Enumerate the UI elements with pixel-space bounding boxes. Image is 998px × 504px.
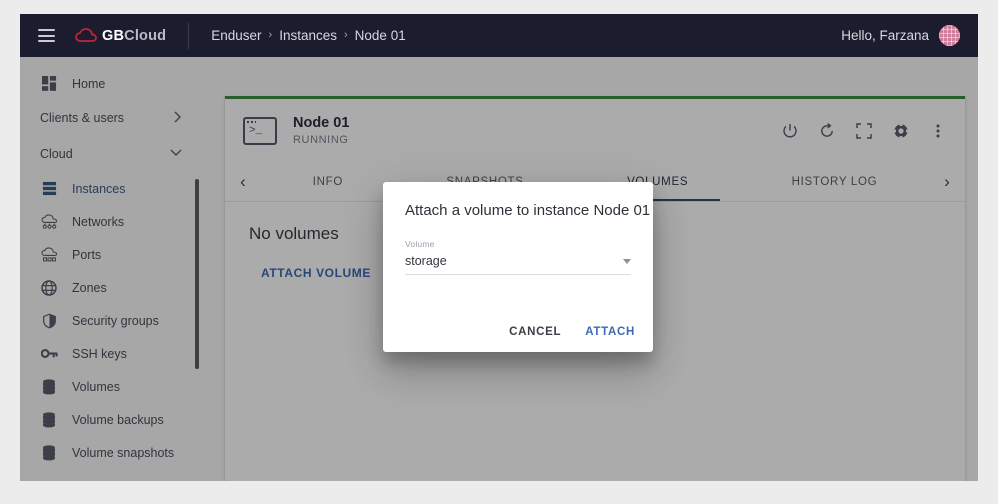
attach-volume-dialog: Attach a volume to instance Node 01 Volu… — [383, 182, 653, 352]
breadcrumb-separator-icon: › — [269, 29, 273, 41]
dialog-title: Attach a volume to instance Node 01 — [405, 202, 631, 219]
brand-name-gb: GB — [102, 28, 124, 44]
hamburger-menu-icon[interactable] — [38, 29, 55, 42]
breadcrumb-item-enduser[interactable]: Enduser — [211, 28, 261, 43]
brand-logo[interactable]: GBCloud — [75, 28, 166, 44]
volume-field-label: Volume — [405, 239, 631, 249]
breadcrumb-separator-icon: › — [344, 29, 348, 41]
chevron-down-icon — [623, 259, 631, 264]
topbar-divider — [188, 23, 189, 49]
cancel-button[interactable]: CANCEL — [509, 326, 561, 338]
user-area[interactable]: Hello, Farzana — [841, 14, 960, 57]
breadcrumb: Enduser › Instances › Node 01 — [211, 28, 405, 43]
application-window: GBCloud Enduser › Instances › Node 01 He… — [20, 14, 978, 481]
attach-button[interactable]: ATTACH — [585, 326, 635, 338]
top-navigation-bar: GBCloud Enduser › Instances › Node 01 He… — [20, 14, 978, 57]
breadcrumb-item-node-01[interactable]: Node 01 — [355, 28, 406, 43]
volume-select[interactable]: storage — [405, 254, 631, 275]
user-greeting: Hello, Farzana — [841, 28, 929, 43]
breadcrumb-item-instances[interactable]: Instances — [279, 28, 337, 43]
avatar[interactable] — [939, 25, 960, 46]
dialog-actions: CANCEL ATTACH — [509, 326, 635, 338]
cloud-logo-icon — [75, 28, 97, 44]
brand-name-cloud: Cloud — [124, 28, 166, 44]
volume-select-value: storage — [405, 254, 447, 268]
volume-field: Volume storage — [405, 239, 631, 275]
